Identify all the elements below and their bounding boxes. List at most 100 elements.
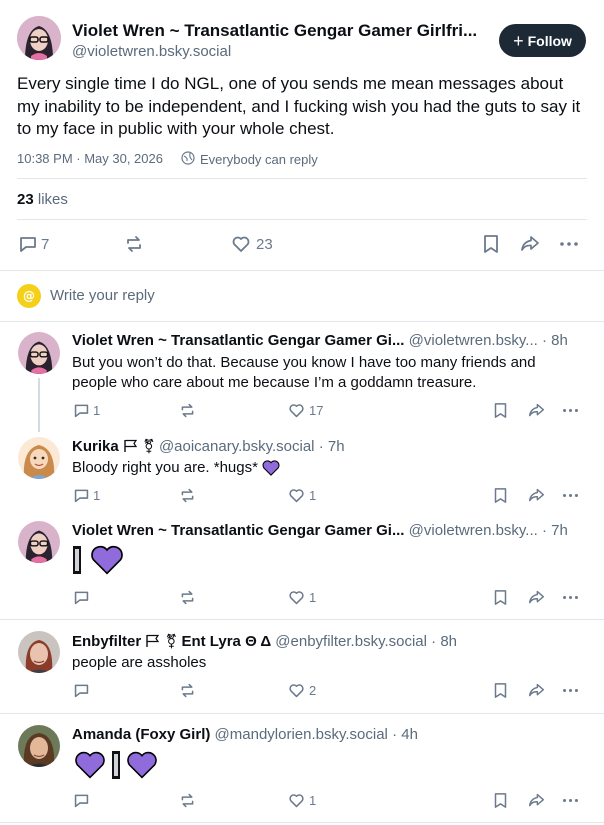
avatar[interactable] (18, 631, 60, 673)
bookmark-button[interactable] (493, 682, 508, 699)
share-button[interactable] (527, 402, 546, 419)
more-button[interactable] (562, 487, 579, 504)
reply-display-name[interactable]: Enbyfilter (72, 633, 141, 650)
purple-heart-icon (91, 545, 123, 575)
reply-header: Violet Wren ~ Transatlantic Gengar Gamer… (72, 521, 588, 541)
reply-button[interactable]: 1 (73, 402, 100, 419)
likes-summary[interactable]: 23 likes (17, 191, 68, 209)
flag-icon (124, 439, 137, 452)
more-icon (559, 234, 579, 254)
reply-setting[interactable]: Everybody can reply (181, 151, 318, 169)
reply-handle[interactable]: @aoicanary.bsky.social (159, 438, 315, 455)
reply-display-name[interactable]: Kurika (72, 438, 119, 455)
reply-time[interactable]: · 7h (542, 522, 568, 539)
bookmark-button[interactable] (482, 234, 500, 254)
like-button[interactable]: 1 (288, 487, 316, 504)
bookmark-button[interactable] (493, 589, 508, 606)
reply-emoji-row (72, 545, 124, 575)
reply-button[interactable] (73, 792, 90, 809)
repost-button[interactable] (124, 234, 144, 254)
bookmark-icon (493, 402, 508, 419)
more-button[interactable] (562, 589, 579, 606)
gender-symbol-icon: ⚧ (143, 438, 155, 454)
bookmark-icon (482, 234, 500, 254)
repost-button[interactable] (179, 792, 196, 809)
reply-icon (73, 589, 90, 606)
more-icon (562, 589, 579, 606)
composer[interactable]: @ Write your reply (0, 271, 604, 321)
likes-label: likes (37, 191, 68, 208)
reply-display-name[interactable]: Violet Wren ~ Transatlantic Gengar Gamer… (72, 522, 404, 539)
reply-button[interactable]: 1 (73, 487, 100, 504)
more-button[interactable] (562, 682, 579, 699)
reply-time[interactable]: · 8h (542, 332, 568, 349)
avatar[interactable] (17, 16, 61, 60)
reply-text-row: Bloody right you are. *hugs* (72, 458, 572, 478)
like-icon (288, 402, 305, 419)
more-button[interactable] (562, 402, 579, 419)
share-icon (527, 402, 546, 419)
like-button[interactable]: 1 (288, 792, 316, 809)
share-icon (527, 589, 546, 606)
like-button[interactable]: 2 (288, 682, 316, 699)
repost-icon (124, 234, 144, 254)
more-button[interactable] (562, 792, 579, 809)
repost-icon (179, 589, 196, 606)
repost-button[interactable] (179, 682, 196, 699)
bookmark-icon (493, 792, 508, 809)
reply-count: 1 (93, 403, 101, 418)
repost-button[interactable] (179, 589, 196, 606)
reply-time[interactable]: · 7h (319, 438, 345, 455)
reply-emoji-row (74, 750, 158, 780)
more-icon (562, 792, 579, 809)
repost-button[interactable] (179, 487, 196, 504)
bookmark-button[interactable] (493, 792, 508, 809)
thread-line (38, 378, 40, 432)
avatar[interactable] (18, 332, 60, 374)
reply-button[interactable] (73, 682, 90, 699)
share-icon (527, 682, 546, 699)
likes-count: 23 (17, 191, 34, 208)
like-button[interactable]: 17 (288, 402, 323, 419)
more-icon (562, 682, 579, 699)
post-timestamp[interactable]: 10:38 PM · May 30, 2026 (17, 151, 163, 167)
reply-button[interactable]: 7 (18, 234, 49, 254)
bookmark-button[interactable] (493, 402, 508, 419)
share-button[interactable] (527, 792, 546, 809)
repost-icon (179, 682, 196, 699)
more-button[interactable] (559, 234, 579, 254)
share-button[interactable] (527, 487, 546, 504)
reply-handle[interactable]: @violetwren.bsky... (409, 332, 538, 349)
reply-handle[interactable]: @enbyfilter.bsky.social (275, 633, 427, 650)
reply-handle[interactable]: @violetwren.bsky... (409, 522, 538, 539)
share-button[interactable] (519, 234, 541, 254)
divider (17, 219, 587, 220)
reply-name-suffix[interactable]: Ent Lyra Θ Δ (181, 633, 271, 650)
avatar[interactable] (18, 521, 60, 563)
share-button[interactable] (527, 682, 546, 699)
reply-time[interactable]: · 4h (392, 726, 418, 743)
bookmark-button[interactable] (493, 487, 508, 504)
reply-display-name[interactable]: Violet Wren ~ Transatlantic Gengar Gamer… (72, 332, 404, 349)
avatar[interactable] (18, 437, 60, 479)
reply-time[interactable]: · 8h (431, 633, 457, 650)
repost-button[interactable] (179, 402, 196, 419)
share-icon (527, 487, 546, 504)
like-icon (288, 589, 305, 606)
reply-icon (73, 402, 90, 419)
reply-count: 7 (41, 235, 50, 253)
reply-button[interactable] (73, 589, 90, 606)
reply-display-name[interactable]: Amanda (Foxy Girl) (72, 726, 210, 743)
like-button[interactable]: 23 (231, 234, 273, 254)
flag-icon (146, 634, 160, 647)
avatar[interactable] (18, 725, 60, 767)
follow-button[interactable]: + Follow (499, 24, 586, 57)
reply-handle[interactable]: @mandylorien.bsky.social (215, 726, 388, 743)
bookmark-icon (493, 589, 508, 606)
share-button[interactable] (527, 589, 546, 606)
author-display-name[interactable]: Violet Wren ~ Transatlantic Gengar Gamer… (72, 20, 492, 42)
author-handle[interactable]: @violetwren.bsky.social (72, 42, 231, 62)
like-count: 23 (256, 235, 273, 253)
like-count: 17 (309, 403, 324, 418)
like-button[interactable]: 1 (288, 589, 316, 606)
